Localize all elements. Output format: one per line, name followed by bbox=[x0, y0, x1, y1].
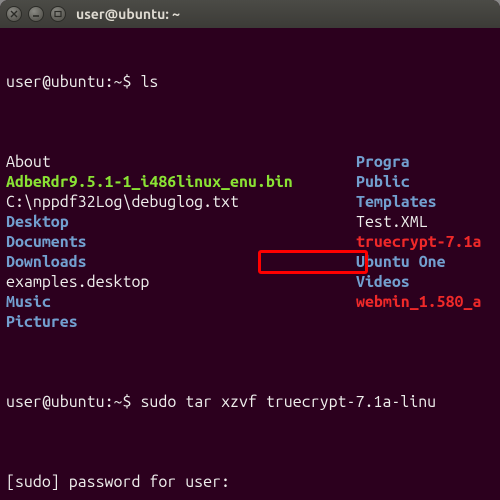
ls-entry: examples.desktop bbox=[6, 272, 356, 292]
ls-entry: truecrypt-7.1a bbox=[356, 232, 481, 252]
ls-output: AboutAdbeRdr9.5.1-1_i486linux_enu.binC:\… bbox=[6, 152, 494, 332]
prompt-line: user@ubuntu:~$ ls bbox=[6, 72, 494, 92]
ls-entry: Pictures bbox=[6, 312, 356, 332]
ls-entry: Public bbox=[356, 172, 481, 192]
ls-entry: About bbox=[6, 152, 356, 172]
prompt-line: user@ubuntu:~$ sudo tar xzvf truecrypt-7… bbox=[6, 392, 494, 412]
ls-entry: C:\nppdf32Log\debuglog.txt bbox=[6, 192, 356, 212]
minimize-icon[interactable] bbox=[28, 6, 44, 22]
ls-entry: Progra bbox=[356, 152, 481, 172]
titlebar: user@ubuntu: ~ bbox=[0, 0, 500, 28]
ls-col2: PrograPublicTemplatesTest.XMLtruecrypt-7… bbox=[356, 152, 481, 332]
prompt-cmd: sudo tar xzvf truecrypt-7.1a-linu bbox=[140, 393, 436, 411]
prompt-path: ~ bbox=[114, 73, 123, 91]
ls-entry: Templates bbox=[356, 192, 481, 212]
ls-entry: Test.XML bbox=[356, 212, 481, 232]
ls-entry: Desktop bbox=[6, 212, 356, 232]
prompt-userhost: user@ubuntu bbox=[6, 73, 105, 91]
window-title: user@ubuntu: ~ bbox=[76, 6, 180, 22]
maximize-icon[interactable] bbox=[50, 6, 66, 22]
prompt-path: ~ bbox=[114, 393, 123, 411]
terminal-body[interactable]: user@ubuntu:~$ ls AboutAdbeRdr9.5.1-1_i4… bbox=[0, 28, 500, 500]
terminal-window: user@ubuntu: ~ user@ubuntu:~$ ls AboutAd… bbox=[0, 0, 500, 500]
ls-entry: Videos bbox=[356, 272, 481, 292]
ls-entry: Music bbox=[6, 292, 356, 312]
close-icon[interactable] bbox=[6, 6, 22, 22]
ls-entry: Ubuntu One bbox=[356, 252, 481, 272]
ls-entry: webmin_1.580_a bbox=[356, 292, 481, 312]
prompt-cmd: ls bbox=[140, 73, 158, 91]
ls-entry: Documents bbox=[6, 232, 356, 252]
ls-entry: Downloads bbox=[6, 252, 356, 272]
ls-entry: AdbeRdr9.5.1-1_i486linux_enu.bin bbox=[6, 172, 356, 192]
ls-col1: AboutAdbeRdr9.5.1-1_i486linux_enu.binC:\… bbox=[6, 152, 356, 332]
sudo-prompt: [sudo] password for user: bbox=[6, 472, 494, 492]
prompt-userhost: user@ubuntu bbox=[6, 393, 105, 411]
